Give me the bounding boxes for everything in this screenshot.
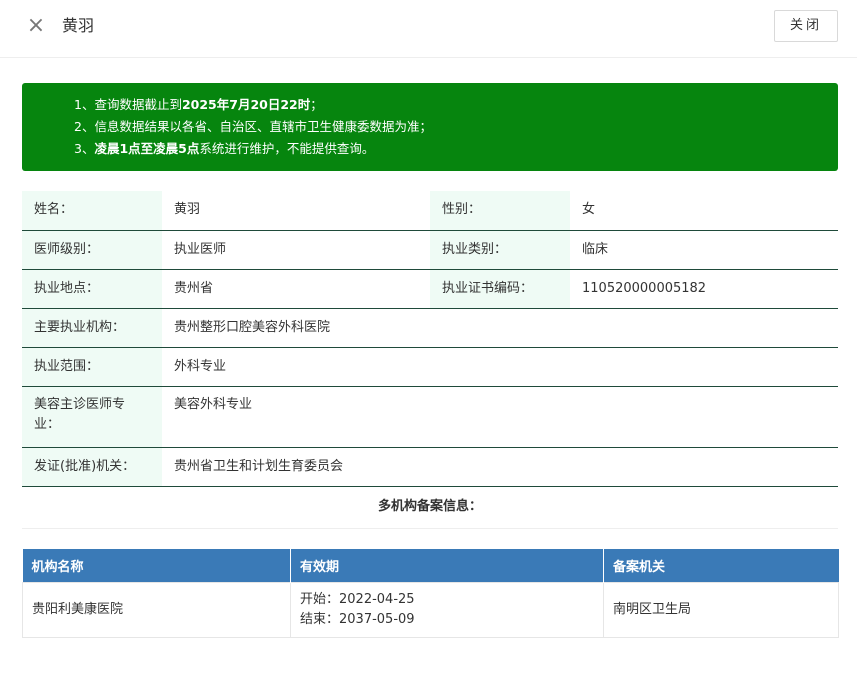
info-row-cosmetic: 美容主诊医师专业： 美容外科专业 <box>22 386 838 448</box>
notice-line-3: 3、凌晨1点至凌晨5点系统进行维护，不能提供查询。 <box>74 141 375 156</box>
close-icon[interactable]: × <box>26 14 46 38</box>
level-value: 执业医师 <box>162 230 430 270</box>
column-header-authority: 备案机关 <box>603 549 839 582</box>
name-value: 黄羽 <box>162 191 430 231</box>
info-row-scope: 执业范围： 外科专业 <box>22 347 838 387</box>
category-label: 执业类别： <box>430 230 570 270</box>
scope-value: 外科专业 <box>162 347 838 387</box>
notice-banner: 1、查询数据截止到2025年7月20日22时； 2、信息数据结果以各省、自治区、… <box>22 83 838 171</box>
location-value: 贵州省 <box>162 269 430 309</box>
level-label: 医师级别： <box>22 230 162 270</box>
gender-label: 性别： <box>430 191 570 231</box>
doctor-info-table: 姓名： 黄羽 性别： 女 医师级别： 执业医师 执业类别： 临床 执业地点： 贵… <box>22 191 838 487</box>
info-row-institution: 主要执业机构： 贵州整形口腔美容外科医院 <box>22 308 838 348</box>
scope-label: 执业范围： <box>22 347 162 387</box>
issuer-value: 贵州省卫生和计划生育委员会 <box>162 447 838 487</box>
multi-org-table: 机构名称 有效期 备案机关 贵阳利美康医院 开始：2022-04-25 结束：2… <box>22 549 839 638</box>
period-start: 开始：2022-04-25 <box>300 591 415 607</box>
cosmetic-label: 美容主诊医师专业： <box>22 386 162 448</box>
cosmetic-value: 美容外科专业 <box>162 386 838 448</box>
info-row-level: 医师级别： 执业医师 执业类别： 临床 <box>22 230 838 270</box>
org-period: 开始：2022-04-25 结束：2037-05-09 <box>290 581 604 638</box>
info-row-issuer: 发证(批准)机关： 贵州省卫生和计划生育委员会 <box>22 447 838 487</box>
notice-line-2: 2、信息数据结果以各省、自治区、直辖市卫生健康委数据为准； <box>74 119 432 134</box>
institution-value: 贵州整形口腔美容外科医院 <box>162 308 838 348</box>
info-row-location: 执业地点： 贵州省 执业证书编码： 110520000005182 <box>22 269 838 309</box>
close-button[interactable]: 关闭 <box>774 10 838 42</box>
category-value: 临床 <box>570 230 838 270</box>
period-end: 结束：2037-05-09 <box>300 611 415 627</box>
gender-value: 女 <box>570 191 838 231</box>
location-label: 执业地点： <box>22 269 162 309</box>
org-authority: 南明区卫生局 <box>603 581 839 638</box>
org-table-header: 机构名称 有效期 备案机关 <box>22 549 839 582</box>
cert-value: 110520000005182 <box>570 269 838 309</box>
notice-line-1: 1、查询数据截止到2025年7月20日22时； <box>74 97 323 112</box>
issuer-label: 发证(批准)机关： <box>22 447 162 487</box>
column-header-period: 有效期 <box>290 549 604 582</box>
org-name: 贵阳利美康医院 <box>22 581 291 638</box>
info-row-name: 姓名： 黄羽 性别： 女 <box>22 191 838 231</box>
multi-org-title: 多机构备案信息： <box>22 486 838 529</box>
column-header-name: 机构名称 <box>22 549 291 582</box>
institution-label: 主要执业机构： <box>22 308 162 348</box>
cert-label: 执业证书编码： <box>430 269 570 309</box>
table-row: 贵阳利美康医院 开始：2022-04-25 结束：2037-05-09 南明区卫… <box>22 581 839 638</box>
name-label: 姓名： <box>22 191 162 231</box>
dialog-title: 黄羽 <box>62 16 95 35</box>
dialog-header: × 黄羽 关闭 <box>0 0 857 58</box>
